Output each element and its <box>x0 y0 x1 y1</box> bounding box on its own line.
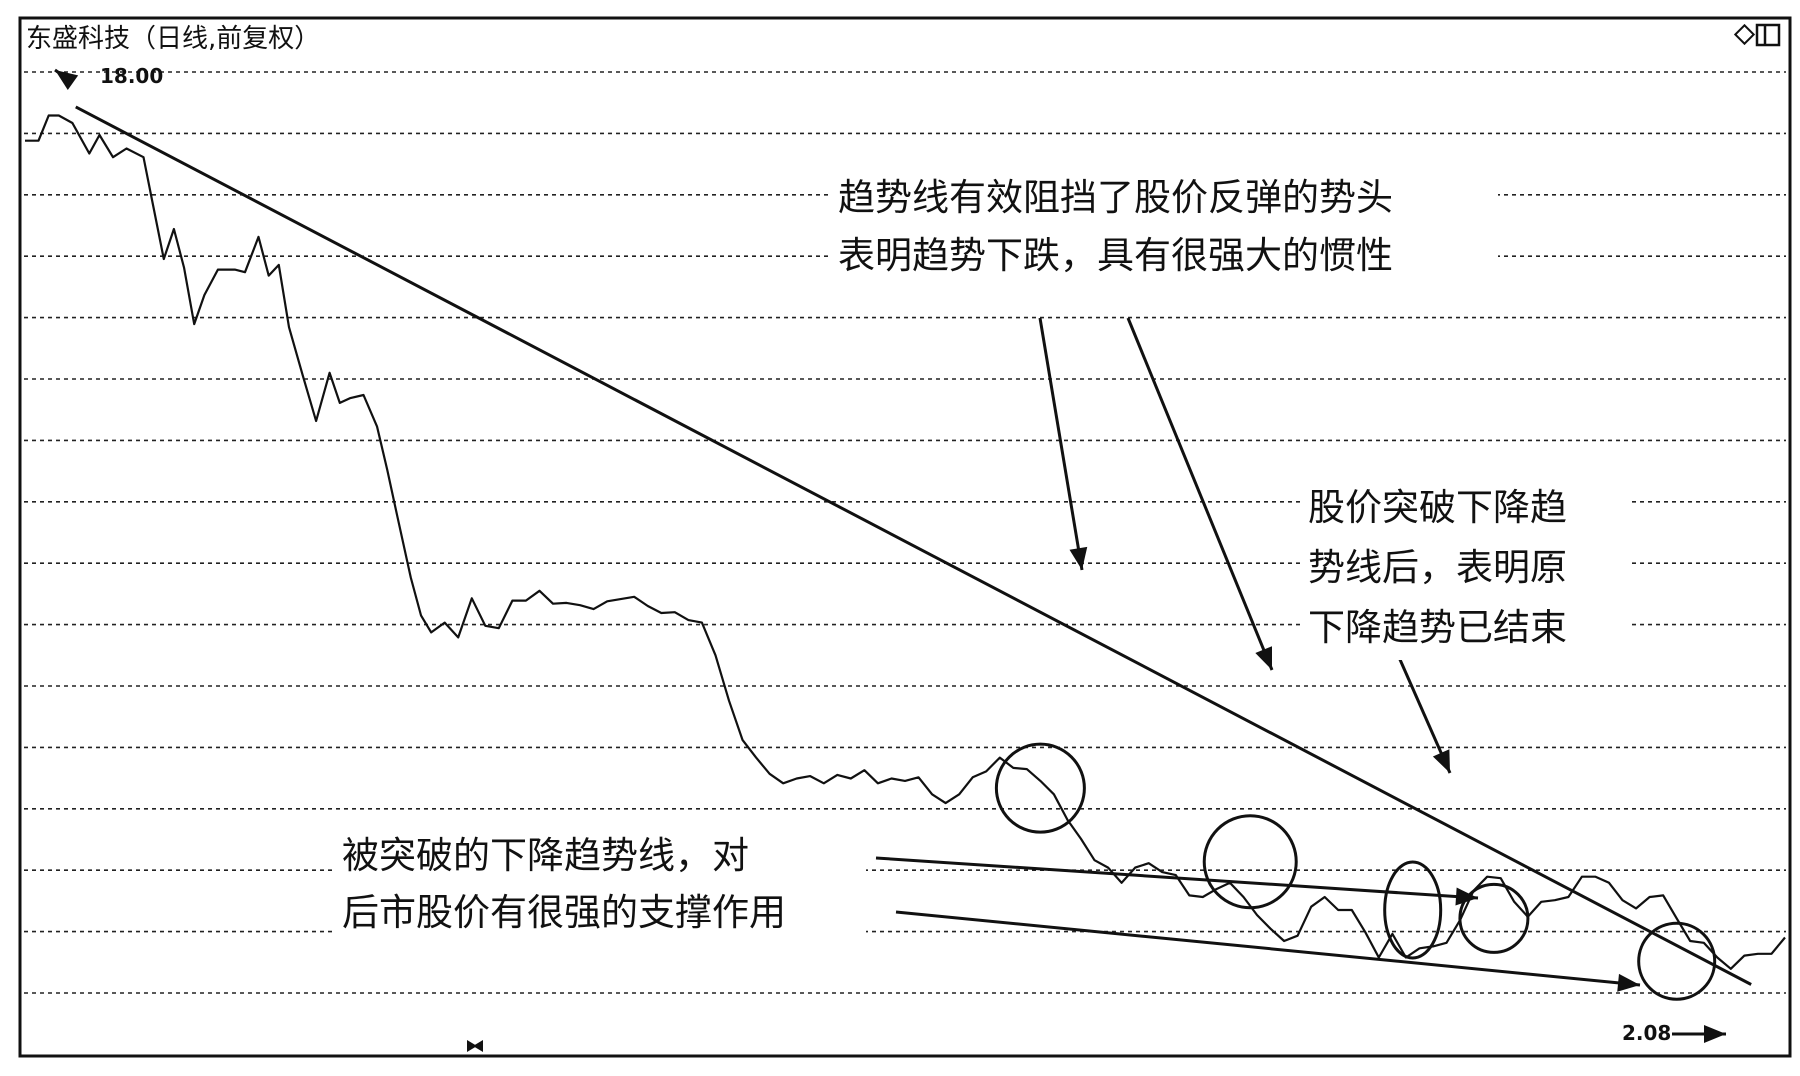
chart-canvas: 东盛科技（日线,前复权） 18.00 2.08 趋势线有效阻挡了股价反弹的势头 … <box>18 16 1792 1058</box>
annotation-resistance-line1: 趋势线有效阻挡了股价反弹的势头 <box>838 176 1393 219</box>
annotation-support-line2: 后市股价有很强的支撑作用 <box>342 891 786 934</box>
chart-title: 东盛科技（日线,前复权） <box>26 24 320 54</box>
annotation-breakout-line3: 下降趋势已结束 <box>1308 606 1567 649</box>
high-price-label: 18.00 <box>100 64 163 88</box>
low-price-label: 2.08 <box>1622 1021 1671 1045</box>
annotation-breakout-line1: 股价突破下降趋 <box>1308 486 1567 529</box>
stock-chart: 东盛科技（日线,前复权） 18.00 2.08 趋势线有效阻挡了股价反弹的势头 … <box>0 0 1800 1072</box>
annotation-resistance-line2: 表明趋势下跌，具有很强大的惯性 <box>838 234 1393 277</box>
annotation-breakout-line2: 势线后，表明原 <box>1308 546 1567 589</box>
annotation-support-line1: 被突破的下降趋势线，对 <box>342 834 749 877</box>
